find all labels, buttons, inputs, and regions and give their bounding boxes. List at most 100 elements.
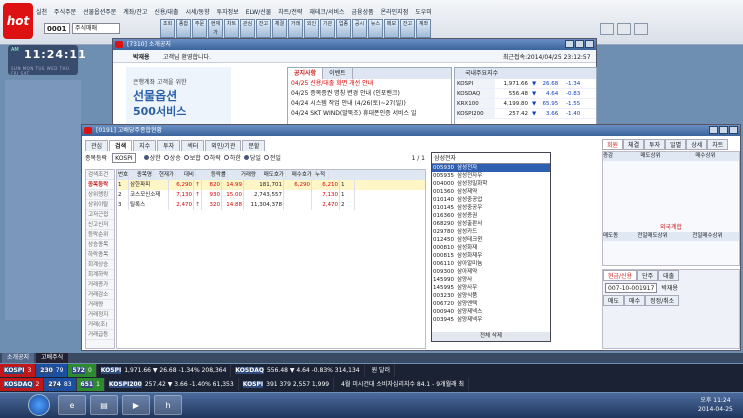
toolbar-button[interactable]: 잔고: [400, 19, 415, 38]
order-account-select[interactable]: 007-10-001917: [605, 283, 658, 293]
dropdown-item[interactable]: 000815 삼성화재우: [432, 252, 550, 260]
toolbar-button[interactable]: 공시: [352, 19, 367, 38]
menu-item[interactable]: 재테크/서비스: [309, 7, 344, 17]
window-tab[interactable]: 소개공지: [2, 353, 35, 363]
media-icon[interactable]: ▶: [122, 395, 150, 415]
menu-item[interactable]: 실천: [36, 7, 47, 17]
filter-option[interactable]: 상한: [150, 155, 161, 162]
filter-option[interactable]: 하한: [230, 155, 241, 162]
menu-item[interactable]: 투자정보: [217, 7, 239, 17]
condition-item[interactable]: 거래급등: [86, 330, 114, 340]
index-row[interactable]: KOSPI200 257.42 ▼ 3.66 -1.40: [455, 109, 596, 119]
table-row[interactable]: 2 코스모신소재 7,130 ↑ 930 15.00 2,743,557 7,130 1: [117, 190, 425, 200]
right-tab[interactable]: 차트: [707, 139, 729, 150]
start-button[interactable]: [28, 394, 50, 416]
index-row[interactable]: KOSPI 1,971.66 ▼ 26.68 -1.34: [455, 79, 596, 89]
toolbar-button[interactable]: 뉴스: [368, 19, 383, 38]
condition-item[interactable]: 고저근접: [86, 210, 114, 220]
menu-item[interactable]: 금융상품: [352, 7, 374, 17]
condition-item[interactable]: 신고신저: [86, 220, 114, 230]
maximize-icon[interactable]: [617, 23, 631, 35]
condition-item[interactable]: 등락순위: [86, 230, 114, 240]
toolbar-button[interactable]: 현재가: [208, 19, 223, 38]
account-type-select[interactable]: 주식매매: [72, 23, 120, 34]
minimize-icon[interactable]: [565, 40, 574, 48]
notice-item[interactable]: 04/24 시스템 작업 안내 (4/26(토)~27(일)): [288, 99, 451, 109]
toolbar-button[interactable]: 업종: [336, 19, 351, 38]
menu-item[interactable]: 선물옵션주문: [83, 7, 116, 17]
tab-5[interactable]: 외인/기관: [205, 140, 242, 151]
explorer-icon[interactable]: ▤: [90, 395, 118, 415]
filter-option[interactable]: 보합: [190, 155, 201, 162]
dropdown-item[interactable]: 006720 삼양엔텍: [432, 300, 550, 308]
dropdown-item[interactable]: 003230 삼양식품: [432, 292, 550, 300]
dropdown-item[interactable]: 010145 삼성중공우: [432, 204, 550, 212]
toolbar-button[interactable]: 조회: [160, 19, 175, 38]
table-row[interactable]: 1 삼한파피 6,290 ↑ 820 14.99 181,701 6,290 6,210 1: [117, 180, 425, 190]
dropdown-item[interactable]: 000940 삼양제넥스: [432, 308, 550, 316]
menu-item[interactable]: 신용/대출: [154, 7, 178, 17]
minimize-icon[interactable]: [600, 23, 614, 35]
maximize-icon[interactable]: [719, 126, 728, 134]
dropdown-item[interactable]: 029780 삼성카드: [432, 228, 550, 236]
toolbar-button[interactable]: 종합: [176, 19, 191, 38]
menu-item[interactable]: 차트/전략: [278, 7, 302, 17]
tab-0[interactable]: 관심: [85, 140, 109, 151]
ie-icon[interactable]: e: [58, 395, 86, 415]
minimize-icon[interactable]: [709, 126, 718, 134]
filter-option[interactable]: 하락: [210, 155, 221, 162]
dropdown-item[interactable]: 010140 삼성중공업: [432, 196, 550, 204]
dropdown-item[interactable]: 000810 삼성화재: [432, 244, 550, 252]
dropdown-item[interactable]: 012450 삼성테크윈: [432, 236, 550, 244]
maximize-icon[interactable]: [575, 40, 584, 48]
right-tab[interactable]: 투자: [644, 139, 666, 150]
filter-option[interactable]: 전일: [270, 155, 281, 162]
toolbar-button[interactable]: 관심: [240, 19, 255, 38]
right-tab[interactable]: 체결: [623, 139, 645, 150]
condition-item[interactable]: 거래정지: [86, 310, 114, 320]
dropdown-item[interactable]: 145995 삼양사우: [432, 284, 550, 292]
index-row[interactable]: KRX100 4,199.80 ▼ 65.95 -1.55: [455, 99, 596, 109]
notice-item[interactable]: 04/24 SKT WIND(말뚝조) 휴대폰인증 서비스 일: [288, 109, 451, 119]
right-tab[interactable]: 일별: [665, 139, 687, 150]
market-select[interactable]: KOSPI: [112, 153, 136, 163]
menu-item[interactable]: 주식주문: [54, 7, 76, 17]
dropdown-item[interactable]: 004000 삼성정밀화학: [432, 180, 550, 188]
menu-item[interactable]: 계좌/잔고: [123, 7, 147, 17]
tab-3[interactable]: 투자: [157, 140, 181, 151]
table-row[interactable]: 3 틸록스 2,470 ↑ 320 14.88 11,304,378 2,470 2: [117, 200, 425, 210]
filter-option[interactable]: 당일: [250, 155, 261, 162]
condition-item[interactable]: 검색조건: [86, 170, 114, 180]
condition-item[interactable]: 거래(조): [86, 320, 114, 330]
close-icon[interactable]: [634, 23, 648, 35]
tab-6[interactable]: 분할: [242, 140, 266, 151]
radio-icon[interactable]: [203, 155, 209, 160]
dropdown-item[interactable]: 003945 삼양제넥우: [432, 316, 550, 324]
condition-item[interactable]: 상승종목: [86, 240, 114, 250]
radio-icon[interactable]: [143, 155, 149, 160]
order-button[interactable]: 정정/취소: [645, 295, 680, 306]
hot-app-icon[interactable]: h: [154, 395, 182, 415]
notice-item[interactable]: 04/25 신용/대출 화면 개선 안내: [288, 79, 451, 89]
index-row[interactable]: KOSDAQ 556.48 ▼ 4.64 -0.83: [455, 89, 596, 99]
tab-4[interactable]: 섹터: [181, 140, 205, 151]
dropdown-item[interactable]: 016360 삼성증권: [432, 212, 550, 220]
toolbar-button[interactable]: 거래: [288, 19, 303, 38]
account-number-input[interactable]: 0001: [44, 23, 70, 34]
condition-item[interactable]: 하락종목: [86, 250, 114, 260]
dividend-window-titlebar[interactable]: [0191] 고배당주종합현황: [82, 125, 740, 136]
right-tab[interactable]: 회원: [602, 139, 624, 150]
condition-item[interactable]: 상위랭킹: [86, 190, 114, 200]
condition-item[interactable]: 종목등락: [86, 180, 114, 190]
filter-option[interactable]: 상승: [170, 155, 181, 162]
toolbar-button[interactable]: 주문: [192, 19, 207, 38]
menu-item[interactable]: 온라인지점: [381, 7, 409, 17]
order-tab[interactable]: 현금/신용: [603, 270, 638, 281]
stock-search-input[interactable]: 삼성전자: [432, 153, 550, 164]
radio-icon[interactable]: [223, 155, 229, 160]
condition-item[interactable]: 거래감소: [86, 290, 114, 300]
order-button[interactable]: 매도: [603, 295, 625, 306]
menu-item[interactable]: 도우미: [415, 7, 432, 17]
menu-item[interactable]: 시세/동향: [185, 7, 209, 17]
dropdown-item[interactable]: 009300 삼아제약: [432, 268, 550, 276]
